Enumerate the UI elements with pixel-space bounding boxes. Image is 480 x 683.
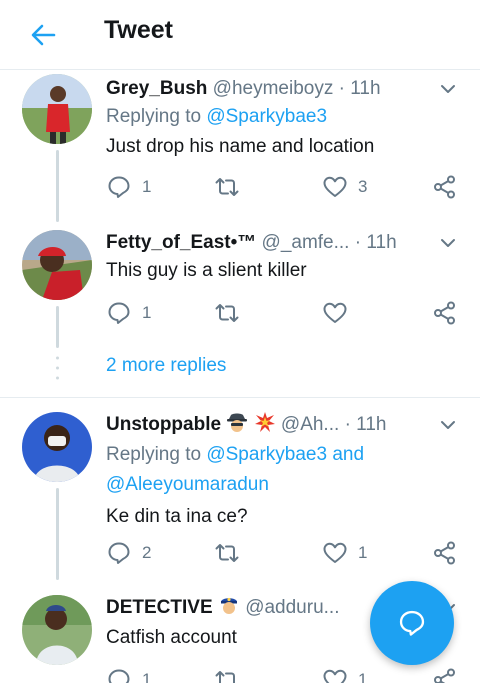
reply-count: 2 [142,543,152,562]
like-count: 3 [358,177,368,196]
chevron-down-icon[interactable] [437,232,459,254]
comment-icon [108,176,130,198]
retweet-button[interactable] [214,538,250,568]
avatar[interactable] [22,230,92,300]
page-title: Tweet [104,16,173,44]
user-handle[interactable]: @_amfe... [262,232,350,253]
comment-icon [108,302,130,324]
timestamp[interactable]: 11h [366,232,396,253]
display-name[interactable]: Fetty_of_East•™ [106,232,256,253]
thread-line [56,306,59,348]
retweet-icon [215,178,239,196]
avatar[interactable] [22,74,92,144]
top-bar: Tweet [0,0,480,70]
reply-button[interactable]: 2 [106,538,151,568]
reply-count: 1 [142,177,152,196]
timestamp[interactable]: 11h [356,414,386,435]
tweet-text: Just drop his name and location [106,136,375,157]
user-handle[interactable]: @adduru... [245,597,339,618]
display-name[interactable]: Unstoppable [106,414,221,435]
tweet-reply[interactable]: Fetty_of_East•™ @_amfe... · 11h This guy… [0,228,480,353]
reply-button[interactable]: 1 [106,172,151,202]
heart-icon [323,302,347,323]
comment-icon [108,542,130,564]
reply-button[interactable]: 1 [106,298,151,328]
spy-emoji-icon [227,413,248,432]
police-officer-emoji-icon [220,597,237,614]
retweet-icon [215,671,235,683]
share-button[interactable] [432,172,458,202]
separator-dot: · [338,78,345,99]
mention-link[interactable]: @Aleeyoumaradun [106,474,269,495]
tweet-reply[interactable]: Grey_Bush @heymeiboyz · 11h Replying to … [0,72,480,227]
thread-line [56,488,59,580]
compose-reply-fab[interactable] [370,581,454,665]
user-handle[interactable]: @Ah... [281,414,339,435]
share-button[interactable] [432,538,458,568]
tweet-reply[interactable]: Unstoppable @Ah... · 11h Replying to @Sp… [0,410,480,585]
tweet-meta: DETECTIVE @adduru... [106,593,339,623]
like-button[interactable]: 1 [322,665,367,683]
mention-link[interactable]: @Sparkybae3 [206,444,327,465]
timestamp[interactable]: 11h [350,78,380,99]
heart-icon [323,542,347,563]
retweet-icon [215,544,239,562]
avatar[interactable] [22,412,92,482]
share-icon [434,175,455,199]
thread-line [56,150,59,222]
like-button[interactable] [322,298,358,328]
share-button[interactable] [432,665,458,683]
retweet-icon [215,304,239,322]
thread-dots [56,356,59,380]
share-icon [434,301,455,325]
arrow-left-icon[interactable] [28,20,58,50]
reply-count: 1 [142,303,152,322]
mention-conjunction: and [327,444,365,465]
user-handle[interactable]: @heymeiboyz [213,78,334,99]
tweet-text: Catfish account [106,627,237,648]
replying-to-label: Replying to [106,106,207,127]
replying-to-label: Replying to [106,444,207,465]
share-icon [434,541,455,565]
like-button[interactable]: 3 [322,172,367,202]
share-icon [434,668,455,683]
retweet-button[interactable] [214,298,250,328]
reply-bubble-icon [399,610,425,636]
tweet-meta: Fetty_of_East•™ @_amfe... · 11h [106,228,397,258]
separator-dot: · [344,414,351,435]
separator-dot: · [354,232,362,253]
like-button[interactable]: 1 [322,538,367,568]
more-replies-link[interactable]: 2 more replies [106,355,226,377]
replying-to: Replying to @Sparkybae3 [106,102,327,132]
tweet-meta: Unstoppable @Ah... · 11h [106,410,386,440]
retweet-button[interactable] [214,172,250,202]
replying-to-continued: @Aleeyoumaradun [106,470,269,500]
reply-button[interactable]: 1 [106,665,151,683]
display-name[interactable]: DETECTIVE [106,597,213,618]
replying-to: Replying to @Sparkybae3 and [106,440,364,470]
heart-icon [323,176,347,197]
tweet-meta: Grey_Bush @heymeiboyz · 11h [106,74,381,104]
divider [0,397,480,398]
like-count: 1 [358,543,368,562]
display-name[interactable]: Grey_Bush [106,78,207,99]
reply-count: 1 [142,670,152,683]
chevron-down-icon[interactable] [437,414,459,436]
avatar[interactable] [22,595,92,665]
heart-icon [323,669,347,683]
share-button[interactable] [432,298,458,328]
mention-link[interactable]: @Sparkybae3 [206,106,327,127]
tweet-text: Ke din ta ina ce? [106,506,248,527]
like-count: 1 [358,670,368,683]
retweet-button[interactable] [214,665,250,683]
tweet-text: This guy is a slient killer [106,260,307,281]
chevron-down-icon[interactable] [437,78,459,100]
collision-emoji-icon [254,412,275,432]
comment-icon [108,669,130,683]
